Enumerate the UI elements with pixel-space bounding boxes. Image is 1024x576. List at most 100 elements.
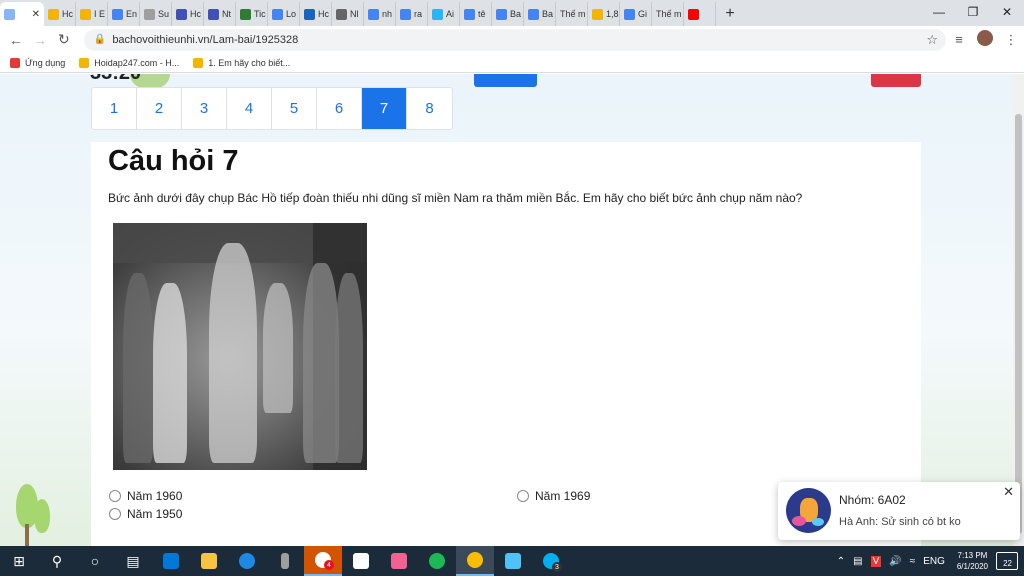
- page-button-2[interactable]: 2: [137, 88, 182, 129]
- windows-start-icon[interactable]: ⊞: [0, 546, 38, 576]
- notification-group: Nhóm: 6A02: [839, 493, 906, 507]
- radio-button[interactable]: [517, 490, 529, 502]
- browser-tab[interactable]: Nl: [332, 2, 364, 26]
- close-icon[interactable]: ✕: [1003, 484, 1014, 500]
- page-button-1[interactable]: 1: [92, 88, 137, 129]
- task-view-icon[interactable]: ▤: [114, 546, 152, 576]
- bookmark-em-hay-cho-biet[interactable]: 1. Em hãy cho biết...: [193, 57, 290, 68]
- submit-button[interactable]: [474, 74, 537, 87]
- browser-tab[interactable]: [684, 2, 716, 26]
- browser-tab[interactable]: 1,8: [588, 2, 620, 26]
- address-bar[interactable]: 🔒 bachovoithieunhi.vn/Lam-bai/1925328 ☆: [83, 28, 947, 51]
- skype-icon[interactable]: 3: [532, 546, 570, 576]
- browser-tab[interactable]: Ai: [428, 2, 460, 26]
- browser-tab[interactable]: Thế m: [652, 2, 684, 26]
- scrollbar-thumb[interactable]: [1015, 114, 1022, 534]
- browser-tab[interactable]: Hc: [300, 2, 332, 26]
- browser-tab[interactable]: ✕: [0, 2, 44, 26]
- browser-tab[interactable]: I E: [76, 2, 108, 26]
- option-1969[interactable]: Năm 1969: [517, 489, 590, 503]
- tab-label: Su: [158, 9, 170, 19]
- browser-tab[interactable]: nh: [364, 2, 396, 26]
- tab-label: Thế m: [560, 9, 586, 19]
- browser-tab[interactable]: Su: [140, 2, 172, 26]
- tab-close-icon[interactable]: ✕: [32, 9, 40, 20]
- page-button-4[interactable]: 4: [227, 88, 272, 129]
- radio-button[interactable]: [109, 508, 121, 520]
- hoidap-icon: [193, 57, 204, 68]
- bookmarks-bar: Ứng dụng Hoidap247.com - H... 1. Em hãy …: [0, 53, 1024, 73]
- page-button-3[interactable]: 3: [182, 88, 227, 129]
- tab-label: Hc: [190, 9, 201, 19]
- radio-button[interactable]: [109, 490, 121, 502]
- tab-label: nh: [382, 9, 393, 19]
- chrome-window-icon[interactable]: 4: [304, 546, 342, 576]
- chat-notification[interactable]: Nhóm: 6A02 Hà Anh: Sử sinh có bt ko ✕: [778, 482, 1020, 540]
- bookmark-apps[interactable]: Ứng dụng: [10, 57, 65, 68]
- question-text: Bức ảnh dưới đây chụp Bác Hồ tiếp đoàn t…: [108, 191, 803, 205]
- menu-icon[interactable]: ⋮: [998, 32, 1024, 48]
- browser-toolbar: ← → ↻ 🔒 bachovoithieunhi.vn/Lam-bai/1925…: [0, 26, 1024, 53]
- store-icon[interactable]: [342, 546, 380, 576]
- reload-icon[interactable]: ↻: [52, 31, 76, 48]
- tab-label: Gi: [638, 9, 647, 19]
- usb-icon[interactable]: [266, 546, 304, 576]
- back-icon[interactable]: ←: [4, 32, 28, 48]
- page-button-7[interactable]: 7: [362, 88, 407, 129]
- browser-tab[interactable]: Gi: [620, 2, 652, 26]
- browser-tab[interactable]: Hc: [44, 2, 76, 26]
- spotify-icon[interactable]: [418, 546, 456, 576]
- volume-icon[interactable]: 🔊: [889, 556, 901, 567]
- search-icon[interactable]: ⚲: [38, 546, 76, 576]
- tab-label: Ba: [542, 9, 554, 19]
- tab-label: tê: [478, 9, 486, 19]
- page-button-5[interactable]: 5: [272, 88, 317, 129]
- edge-icon[interactable]: [228, 546, 266, 576]
- page-button-8[interactable]: 8: [407, 88, 452, 129]
- language-indicator[interactable]: ENG: [923, 556, 945, 567]
- file-explorer-icon[interactable]: [190, 546, 228, 576]
- browser-tab[interactable]: ra: [396, 2, 428, 26]
- browser-tab[interactable]: Ba: [524, 2, 556, 26]
- control-panel-icon[interactable]: [494, 546, 532, 576]
- decorative-tree: [34, 499, 50, 533]
- browser-tab[interactable]: Lo: [268, 2, 300, 26]
- browser-tab[interactable]: Ba: [492, 2, 524, 26]
- browser-tab[interactable]: Nt: [204, 2, 236, 26]
- browser-tab[interactable]: En: [108, 2, 140, 26]
- minimize-icon[interactable]: —: [922, 0, 956, 24]
- browser-tab[interactable]: Hc: [172, 2, 204, 26]
- option-1950[interactable]: Năm 1950: [109, 507, 182, 521]
- system-tray: ⌃ ▤ V 🔊 ≈ ENG 7:13 PM 6/1/2020 22: [833, 546, 1024, 576]
- close-window-icon[interactable]: ✕: [990, 0, 1024, 24]
- restore-icon[interactable]: ❐: [956, 0, 990, 24]
- media-control-icon[interactable]: ≡: [946, 32, 972, 47]
- network-icon[interactable]: ▤: [853, 556, 862, 567]
- tab-favicon-icon: [368, 8, 379, 20]
- browser-tab[interactable]: tê: [460, 2, 492, 26]
- cortana-icon[interactable]: ○: [76, 546, 114, 576]
- antivirus-icon[interactable]: V: [870, 555, 882, 567]
- exit-button[interactable]: [871, 74, 921, 87]
- browser-tab[interactable]: Tic: [236, 2, 268, 26]
- chevron-up-icon[interactable]: ⌃: [837, 556, 845, 567]
- snip-icon[interactable]: [380, 546, 418, 576]
- bookmark-hoidap247[interactable]: Hoidap247.com - H...: [79, 57, 179, 68]
- bookmark-star-icon[interactable]: ☆: [926, 32, 938, 48]
- profile-avatar[interactable]: [972, 30, 998, 49]
- page-scrollbar[interactable]: [1013, 74, 1024, 546]
- url-text: bachovoithieunhi.vn/Lam-bai/1925328: [112, 33, 299, 46]
- mail-icon[interactable]: [152, 546, 190, 576]
- tab-label: Hc: [62, 9, 73, 19]
- chrome-icon[interactable]: [456, 546, 494, 576]
- action-center-icon[interactable]: 22: [996, 552, 1018, 570]
- option-1960[interactable]: Năm 1960: [109, 489, 182, 503]
- page-button-6[interactable]: 6: [317, 88, 362, 129]
- new-tab-button[interactable]: +: [716, 2, 744, 26]
- browser-tab[interactable]: Thế m: [556, 2, 588, 26]
- wifi-icon[interactable]: ≈: [910, 556, 916, 567]
- forward-icon[interactable]: →: [28, 32, 52, 48]
- clock[interactable]: 7:13 PM 6/1/2020: [957, 550, 988, 572]
- tab-label: Lo: [286, 9, 297, 19]
- tab-label: I E: [94, 9, 106, 19]
